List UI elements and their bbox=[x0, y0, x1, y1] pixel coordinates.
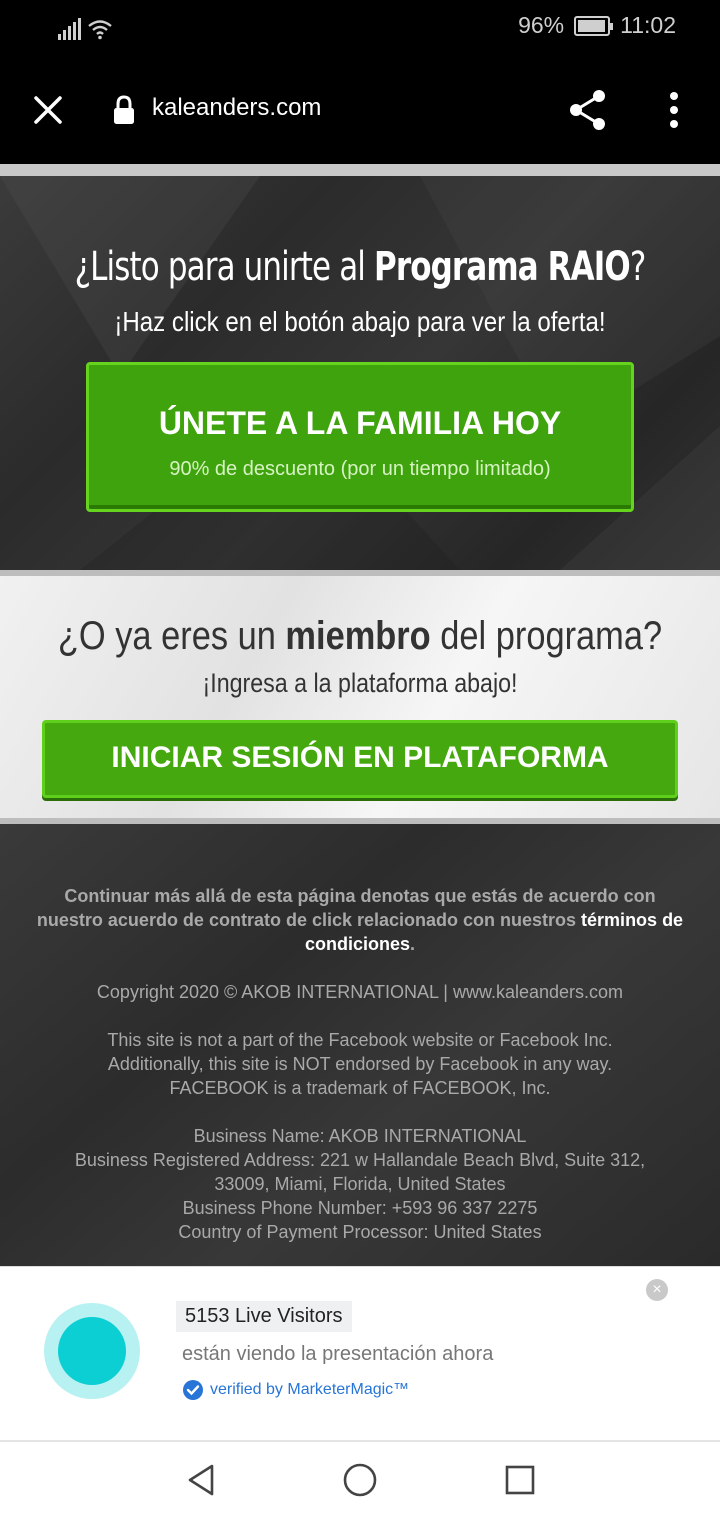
verified-badge: verified by MarketerMagic™ bbox=[182, 1379, 409, 1401]
wifi-icon bbox=[88, 20, 112, 40]
terms-text: Continuar más allá de esta página denota… bbox=[36, 886, 656, 930]
offer-title-bold: Programa RAIO bbox=[374, 244, 631, 290]
offer-title-text: ¿Listo para unirte al bbox=[74, 244, 375, 290]
member-subtitle: ¡Ingresa a la plataforma abajo! bbox=[202, 668, 518, 698]
footer-section: Continuar más allá de esta página denota… bbox=[0, 824, 720, 1266]
viewing-text: están viendo la presentación ahora bbox=[182, 1343, 494, 1365]
lock-icon bbox=[114, 95, 134, 124]
fb-line: Additionally, this site is NOT endorsed … bbox=[107, 1054, 613, 1074]
facebook-disclaimer: This site is not a part of the Facebook … bbox=[0, 1028, 720, 1100]
verified-text: verified by MarketerMagic™ bbox=[210, 1381, 410, 1398]
join-family-button[interactable]: ÚNETE A LA FAMILIA HOY 90% de descuento … bbox=[86, 362, 634, 512]
join-button-label: ÚNETE A LA FAMILIA HOY bbox=[158, 405, 562, 441]
verified-check-icon bbox=[183, 1380, 203, 1400]
offer-section: ¿Listo para unirte al Programa RAIO? ¡Ha… bbox=[0, 164, 720, 570]
terms-end: . bbox=[410, 934, 416, 954]
member-title-end: del programa? bbox=[430, 614, 663, 658]
share-icon[interactable] bbox=[566, 88, 610, 132]
clock: 11:02 bbox=[620, 12, 676, 38]
offer-title-end: ? bbox=[629, 244, 646, 290]
popup-close-icon[interactable]: × bbox=[646, 1279, 668, 1301]
fb-line: FACEBOOK is a trademark of FACEBOOK, Inc… bbox=[169, 1078, 551, 1098]
terms-notice: Continuar más allá de esta página denota… bbox=[30, 884, 690, 956]
login-button-label: INICIAR SESIÓN EN PLATAFORMA bbox=[111, 741, 609, 774]
back-icon[interactable] bbox=[184, 1462, 220, 1498]
visitor-count: 5153 Live Visitors bbox=[176, 1301, 352, 1332]
navigation-bar bbox=[0, 1442, 720, 1520]
fb-line: This site is not a part of the Facebook … bbox=[107, 1030, 613, 1050]
status-right: 96% 11:02 bbox=[518, 12, 676, 39]
status-left bbox=[58, 14, 113, 40]
live-visitors-popup: 5153 Live Visitors están viendo la prese… bbox=[0, 1266, 720, 1442]
more-options-icon[interactable] bbox=[662, 90, 686, 130]
business-name: Business Name: AKOB INTERNATIONAL bbox=[193, 1126, 527, 1146]
member-title-bold: miembro bbox=[285, 614, 431, 658]
battery-percent: 96% bbox=[518, 12, 565, 38]
business-address: Business Registered Address: 221 w Halla… bbox=[74, 1150, 646, 1170]
battery-icon bbox=[574, 15, 614, 36]
close-icon[interactable] bbox=[28, 90, 68, 130]
login-platform-button[interactable]: INICIAR SESIÓN EN PLATAFORMA bbox=[42, 720, 678, 798]
signal-icon bbox=[58, 18, 81, 40]
offer-title: ¿Listo para unirte al Programa RAIO? bbox=[50, 244, 669, 290]
browser-toolbar: kaleanders.com bbox=[0, 56, 720, 164]
payment-country: Country of Payment Processor: United Sta… bbox=[178, 1222, 542, 1242]
join-button-sublabel: 90% de descuento (por un tiempo limitado… bbox=[169, 458, 551, 480]
business-info: Business Name: AKOB INTERNATIONAL Busine… bbox=[0, 1124, 720, 1244]
member-title: ¿O ya eres un miembro del programa? bbox=[50, 614, 669, 659]
offer-subtitle: ¡Haz click en el botón abajo para ver la… bbox=[114, 306, 606, 337]
business-address-cont: 33009, Miami, Florida, United States bbox=[214, 1174, 506, 1194]
member-section: ¿O ya eres un miembro del programa? ¡Ing… bbox=[0, 570, 720, 824]
recent-apps-icon[interactable] bbox=[504, 1464, 536, 1496]
copyright: Copyright 2020 © AKOB INTERNATIONAL | ww… bbox=[96, 982, 624, 1002]
business-phone: Business Phone Number: +593 96 337 2275 bbox=[182, 1198, 538, 1218]
live-pulse-icon bbox=[44, 1303, 140, 1399]
status-bar: 96% 11:02 bbox=[0, 0, 720, 56]
member-title-text: ¿O ya eres un bbox=[57, 614, 286, 658]
home-icon[interactable] bbox=[342, 1462, 378, 1498]
url-text[interactable]: kaleanders.com bbox=[152, 94, 321, 122]
